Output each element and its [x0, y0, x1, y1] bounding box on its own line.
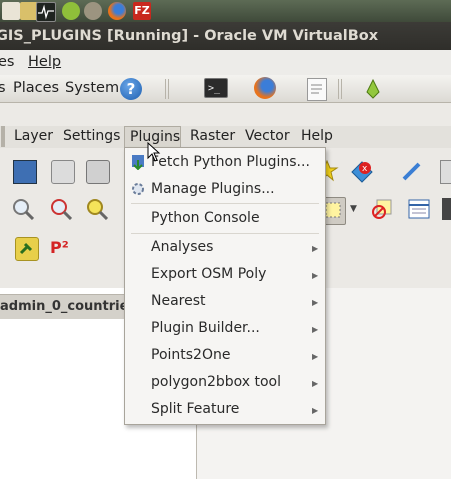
menu-item-label: Nearest	[151, 293, 206, 309]
qgis-window-top	[0, 103, 451, 127]
text-editor-icon[interactable]	[307, 78, 327, 101]
print-composer-icon[interactable]	[51, 160, 75, 184]
menu-item-label: Plugin Builder...	[151, 320, 260, 336]
menu-item-points2one[interactable]: Points2One	[151, 344, 230, 366]
panel-separator	[168, 79, 169, 99]
attribute-table-icon[interactable]	[408, 198, 430, 220]
layer-name[interactable]: admin_0_countries	[0, 299, 136, 314]
panel-menu-places[interactable]: Places	[13, 75, 59, 102]
menu-item-label: Split Feature	[151, 401, 240, 417]
help-icon[interactable]: ?	[120, 78, 142, 100]
submenu-arrow-icon: ▶	[312, 406, 319, 415]
firefox-icon[interactable]	[254, 77, 276, 99]
vbox-menubar: es Help	[0, 50, 451, 75]
print-icon[interactable]	[86, 160, 110, 184]
qgis-icon[interactable]	[363, 78, 383, 100]
guest-top-panel: s Places System ? >_	[0, 75, 451, 103]
gimp-icon[interactable]	[84, 2, 102, 20]
menu-layer[interactable]: Layer	[14, 126, 53, 147]
deselect-icon[interactable]	[371, 198, 393, 220]
vbox-menu-help[interactable]: Help	[28, 50, 61, 75]
qgis-icon[interactable]	[62, 2, 80, 20]
svg-text:x: x	[362, 164, 368, 174]
dropdown-arrow-icon[interactable]: ▼	[350, 204, 357, 214]
menu-separator	[131, 233, 319, 234]
terminal-icon[interactable]: >_	[204, 78, 228, 98]
vbox-menu-devices[interactable]: es	[0, 50, 14, 75]
filezilla-icon[interactable]: FZ	[133, 2, 151, 20]
submenu-arrow-icon: ▶	[312, 325, 319, 334]
gedit-icon[interactable]	[2, 2, 20, 20]
menu-item-fetch-python-plugins[interactable]: Fetch Python Plugins...	[132, 151, 310, 173]
system-monitor-icon[interactable]	[36, 2, 56, 22]
toolbar-overflow-icon[interactable]	[442, 198, 451, 220]
menu-separator	[131, 203, 319, 204]
panel-menu-system[interactable]: System	[65, 75, 119, 102]
submenu-arrow-icon: ▶	[312, 298, 319, 307]
p2-plugin-icon[interactable]: P²	[50, 237, 72, 259]
menu-item-label: Python Console	[151, 210, 260, 226]
remove-layer-icon[interactable]: x	[350, 160, 373, 183]
zoom-layer-icon[interactable]	[86, 198, 109, 221]
panel-menu-applications[interactable]: s	[0, 75, 6, 102]
submenu-arrow-icon: ▶	[312, 379, 319, 388]
submenu-arrow-icon: ▶	[312, 352, 319, 361]
menu-item-nearest[interactable]: Nearest	[151, 290, 206, 312]
menu-item-label: Export OSM Poly	[151, 266, 267, 282]
submenu-arrow-icon: ▶	[312, 271, 319, 280]
mouse-cursor-icon	[147, 141, 161, 162]
plugins-menu: Fetch Python Plugins... Manage Plugins..…	[124, 147, 326, 425]
menu-item-polygon2bbox-tool[interactable]: polygon2bbox tool	[151, 371, 281, 393]
menu-item-label: Fetch Python Plugins...	[151, 154, 310, 170]
firefox-icon[interactable]	[108, 2, 126, 20]
menu-settings[interactable]: Settings	[63, 126, 120, 147]
menu-item-label: Points2One	[151, 347, 231, 363]
panel-separator	[341, 79, 342, 99]
menu-item-python-console[interactable]: Python Console	[151, 207, 260, 229]
menu-item-export-osm-poly[interactable]: Export OSM Poly	[151, 263, 266, 285]
manage-plugins-icon	[130, 181, 146, 197]
panel-separator	[165, 79, 166, 99]
menu-item-analyses[interactable]: Analyses	[151, 236, 213, 258]
menu-item-plugin-builder[interactable]: Plugin Builder...	[151, 317, 260, 339]
menu-item-manage-plugins[interactable]: Manage Plugins...	[132, 178, 275, 200]
menu-item-label: Manage Plugins...	[151, 181, 275, 197]
toolbar-overflow-icon[interactable]	[440, 160, 451, 184]
menubar-handle	[1, 126, 5, 147]
submenu-arrow-icon: ▶	[312, 244, 319, 253]
plugin-icon[interactable]	[15, 237, 39, 261]
qgis-menubar: Layer Settings Plugins Raster Vector Hel…	[0, 126, 451, 148]
menu-item-split-feature[interactable]: Split Feature	[151, 398, 239, 420]
menu-raster[interactable]: Raster	[190, 126, 235, 147]
fetch-plugins-icon	[131, 154, 145, 171]
menu-item-label: Analyses	[151, 239, 214, 255]
host-top-panel: FZ	[0, 0, 451, 22]
window-title-bar[interactable]: GIS_PLUGINS [Running] - Oracle VM Virtua…	[0, 22, 451, 50]
menu-vector[interactable]: Vector	[245, 126, 290, 147]
menu-help[interactable]: Help	[301, 126, 333, 147]
save-project-icon[interactable]	[13, 160, 37, 184]
panel-separator	[338, 79, 339, 99]
zoom-full-icon[interactable]	[50, 198, 73, 221]
menu-item-label: polygon2bbox tool	[151, 374, 282, 390]
window-title: GIS_PLUGINS [Running] - Oracle VM Virtua…	[0, 28, 379, 44]
edit-pencil-icon[interactable]	[401, 160, 423, 182]
zoom-in-icon[interactable]	[12, 198, 35, 221]
